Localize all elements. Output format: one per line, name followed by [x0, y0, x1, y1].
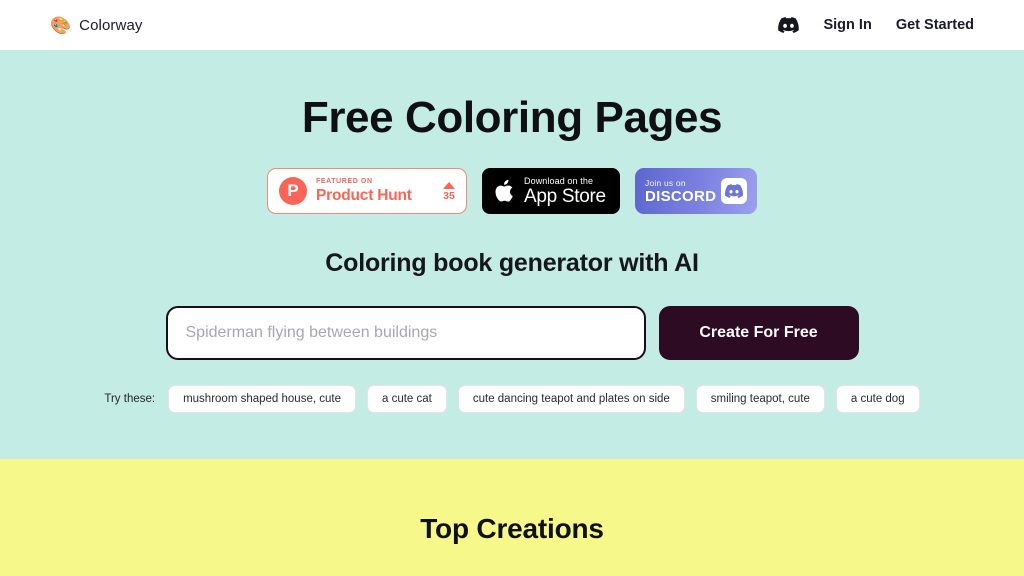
get-started-link[interactable]: Get Started [896, 17, 974, 33]
brand-logo[interactable]: 🎨 Colorway [50, 17, 143, 34]
prompt-input[interactable] [165, 306, 646, 361]
product-hunt-votes: 35 [441, 181, 455, 202]
try-these-row: Try these: mushroom shaped house, cute a… [104, 385, 920, 414]
header-nav: Sign In Get Started [778, 17, 974, 33]
product-hunt-vote-count: 35 [443, 189, 455, 202]
discord-logo-icon [721, 178, 747, 205]
upvote-triangle-icon [443, 181, 455, 189]
top-creations-section: Top Creations [0, 459, 1024, 576]
discord-small-label: Join us on [645, 177, 686, 188]
product-hunt-name: Product Hunt [316, 186, 412, 204]
suggestion-chip[interactable]: a cute dog [835, 385, 920, 414]
product-hunt-badge[interactable]: P FEATURED ON Product Hunt 35 [267, 168, 467, 215]
sign-in-link[interactable]: Sign In [823, 17, 871, 33]
discord-badge-text: Join us on DISCORD [645, 178, 716, 206]
app-store-text: Download on the App Store [524, 176, 606, 207]
hero-subtitle: Coloring book generator with AI [325, 249, 699, 278]
suggestion-chip[interactable]: a cute cat [366, 385, 447, 414]
app-store-big-label: App Store [524, 186, 606, 208]
site-header: 🎨 Colorway Sign In Get Started [0, 0, 1024, 50]
brand-name: Colorway [79, 16, 143, 34]
suggestion-chip[interactable]: mushroom shaped house, cute [168, 385, 356, 414]
prompt-row: Create For Free [165, 306, 859, 361]
hero-section: Free Coloring Pages P FEATURED ON Produc… [0, 50, 1024, 459]
product-hunt-featured-label: FEATURED ON [316, 178, 373, 186]
app-store-badge[interactable]: Download on the App Store [482, 168, 620, 215]
try-these-label: Try these: [104, 393, 156, 406]
product-hunt-text: FEATURED ON Product Hunt [316, 178, 432, 204]
product-hunt-logo-icon: P [279, 177, 307, 206]
suggestion-chip[interactable]: smiling teapot, cute [695, 385, 825, 414]
discord-badge[interactable]: Join us on DISCORD [635, 168, 757, 215]
discord-big-label: DISCORD [645, 187, 717, 205]
create-for-free-button[interactable]: Create For Free [658, 306, 859, 361]
product-hunt-logo-letter: P [287, 181, 299, 201]
badge-row: P FEATURED ON Product Hunt 35 Download o… [267, 168, 757, 215]
suggestion-chip[interactable]: cute dancing teapot and plates on side [457, 385, 685, 414]
palette-icon: 🎨 [50, 15, 72, 35]
top-creations-title: Top Creations [420, 513, 604, 544]
page-title: Free Coloring Pages [301, 93, 723, 142]
discord-icon[interactable] [778, 17, 800, 33]
apple-logo-icon [494, 178, 516, 204]
